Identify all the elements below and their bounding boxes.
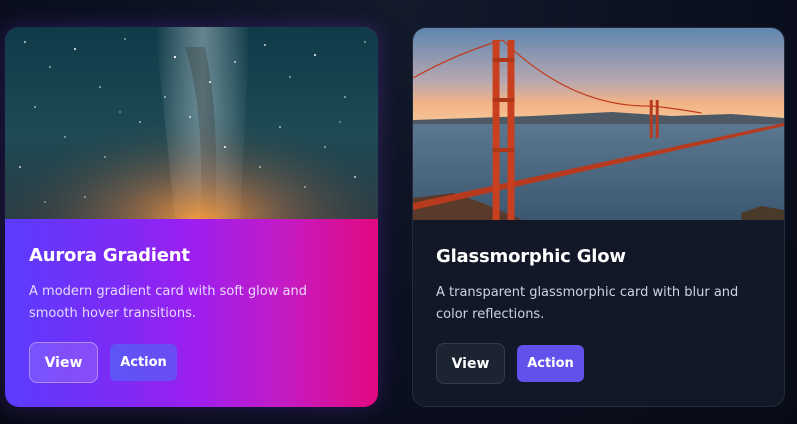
action-button[interactable]: Action	[110, 344, 177, 381]
card-title: Aurora Gradient	[29, 245, 190, 266]
view-button[interactable]: View	[29, 342, 98, 383]
aurora-gradient-card[interactable]: Aurora Gradient A modern gradient card w…	[5, 27, 378, 407]
card-description: A transparent glassmorphic card with blu…	[436, 285, 739, 322]
card-title: Glassmorphic Glow	[436, 246, 626, 267]
view-button[interactable]: View	[436, 343, 505, 384]
card-description: A modern gradient card with soft glow an…	[29, 284, 307, 321]
milky-way-image	[5, 27, 378, 219]
action-button[interactable]: Action	[517, 345, 584, 382]
glassmorphic-glow-card[interactable]: Glassmorphic Glow A transparent glassmor…	[412, 27, 785, 407]
golden-gate-bridge-image	[413, 28, 784, 220]
